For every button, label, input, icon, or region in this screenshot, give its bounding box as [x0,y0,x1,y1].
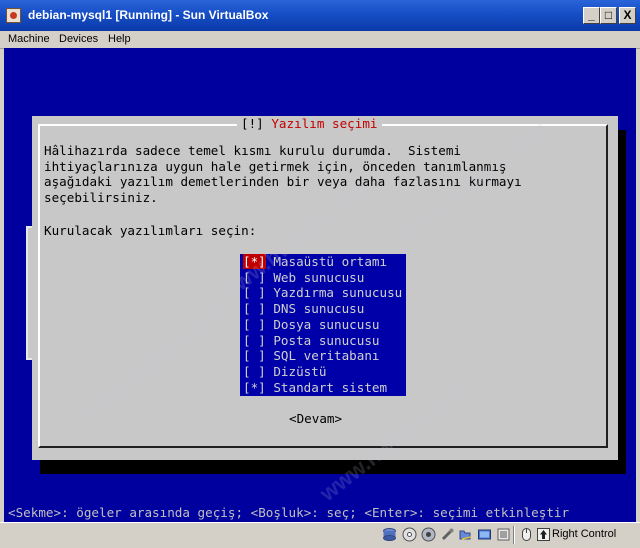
menu-bar: Machine Devices Help [0,31,640,49]
dialog-title-bracket: [!] [241,116,264,131]
floppy-icon[interactable] [421,527,436,542]
list-item-print[interactable]: [ ] Yazdırma sunucusu [243,285,402,301]
option-label: SQL veritabanı [273,348,380,364]
checkbox-sql[interactable]: [ ] [243,348,266,363]
window-title-bar[interactable]: debian-mysql1 [Running] - Sun VirtualBox… [0,0,640,31]
vm-screen[interactable]: [!] Yazılım seçimi Hâlihazırda sadece te… [4,48,636,522]
checkbox-dns[interactable]: [ ] [243,301,266,316]
list-item-web[interactable]: [ ] Web sunucusu [243,270,364,286]
virtualization-icon[interactable] [496,527,511,542]
close-button[interactable]: X [619,7,636,24]
usb-icon[interactable] [440,527,455,542]
option-label: Dizüstü [273,363,327,379]
dialog-title-text: Yazılım seçimi [271,116,378,131]
menu-help[interactable]: Help [108,33,131,45]
mouse-integration-icon[interactable] [519,527,534,542]
list-item-desktop[interactable]: [*] Masaüstü ortamı [243,254,387,270]
continue-button[interactable]: <Devam> [289,411,342,427]
network-icon[interactable] [477,527,492,542]
option-label: Posta sunucusu [273,332,380,348]
list-item-sql[interactable]: [ ] SQL veritabanı [243,348,380,364]
checkbox-desktop[interactable]: [*] [243,254,266,269]
maximize-button[interactable]: □ [600,7,617,24]
list-item-file[interactable]: [ ] Dosya sunucusu [243,317,380,333]
software-list[interactable]: [*] Masaüstü ortamı [ ] Web sunucusu [ ]… [240,254,406,396]
option-label: Yazdırma sunucusu [273,285,403,301]
option-label: Dosya sunucusu [273,316,380,332]
host-key-label: Right Control [552,528,617,540]
list-item-laptop[interactable]: [ ] Dizüstü [243,364,326,380]
dialog-description: Hâlihazırda sadece temel kısmı kurulu du… [44,143,522,206]
option-label: Masaüstü ortamı [273,254,388,269]
list-item-mail[interactable]: [ ] Posta sunucusu [243,333,380,349]
window-title: debian-mysql1 [Running] - Sun VirtualBox [28,8,269,22]
checkbox-web[interactable]: [ ] [243,270,266,285]
help-line: <Sekme>: ögeler arasında geçiş; <Boşluk>… [8,505,570,520]
option-label: DNS sunucusu [273,301,365,317]
checkbox-standard[interactable]: [*] [243,380,266,395]
checkbox-file[interactable]: [ ] [243,317,266,332]
checkbox-mail[interactable]: [ ] [243,333,266,348]
checkbox-print[interactable]: [ ] [243,285,266,300]
status-separator [513,526,515,544]
software-selection-dialog: [!] Yazılım seçimi Hâlihazırda sadece te… [32,116,618,460]
option-label: Standart sistem [273,379,388,395]
minimize-button[interactable]: _ [583,7,600,24]
hard-disk-icon[interactable] [382,527,397,542]
cd-icon[interactable] [402,527,417,542]
menu-devices[interactable]: Devices [59,33,98,45]
vbox-status-bar: Right Control [0,522,640,548]
host-key-arrow-icon [537,528,550,541]
checkbox-laptop[interactable]: [ ] [243,364,266,379]
option-label: Web sunucusu [273,269,365,285]
selection-prompt: Kurulacak yazılımları seçin: [44,223,257,238]
dialog-title: [!] Yazılım seçimi [237,116,382,132]
shared-folder-icon[interactable] [458,527,473,542]
list-item-dns[interactable]: [ ] DNS sunucusu [243,301,364,317]
list-item-standard[interactable]: [*] Standart sistem [243,380,387,396]
virtualbox-app-icon [6,8,21,23]
menu-machine[interactable]: Machine [8,33,50,45]
